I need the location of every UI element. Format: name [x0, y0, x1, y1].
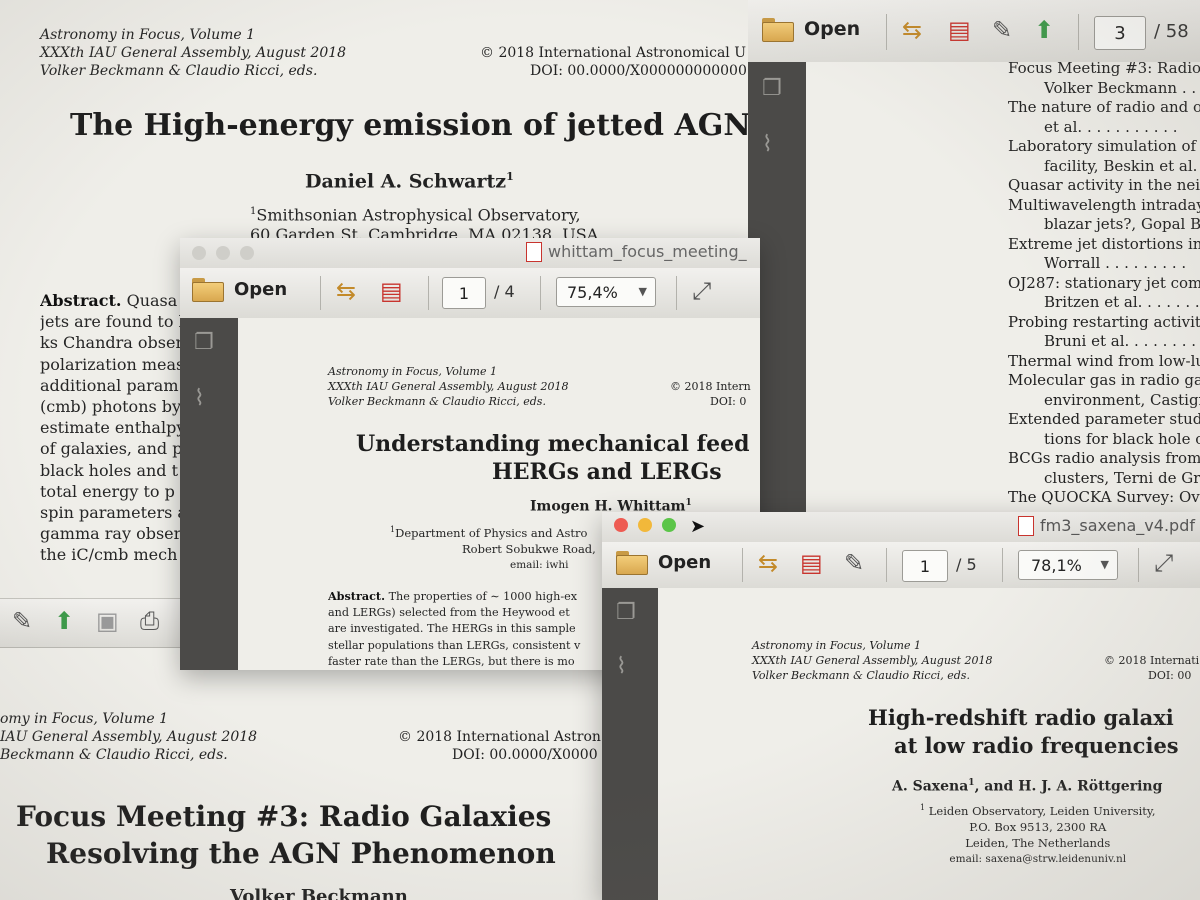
pdf-tool-icon[interactable]: ▤ [948, 16, 971, 44]
zoom-light[interactable] [240, 246, 254, 260]
zoom-select[interactable]: 78,1% ▼ [1018, 550, 1118, 580]
open-button[interactable]: Open [192, 278, 287, 302]
thumbnails-icon[interactable]: ❐ [762, 76, 782, 101]
minimize-light[interactable] [216, 246, 230, 260]
bottom-document-page: omy in Focus, Volume 1 IAU General Assem… [0, 660, 620, 900]
saxena-titlebar: ➤ fm3_saxena_v4.pdf [602, 512, 1200, 542]
page-number-input[interactable]: 1 [902, 550, 948, 582]
toc-toolbar: Open ⇆ ▤ ✎ ⬆ 3 / 58 [748, 0, 1200, 63]
whittam-titlebar: whittam_focus_meeting_ [180, 238, 760, 268]
pdf-tool-icon[interactable]: ▤ [800, 549, 823, 577]
close-light[interactable] [192, 246, 206, 260]
saxena-sidebar: ❐ ⌇ [602, 588, 658, 900]
toc-page: Focus Meeting #3: Radio G Volker Beckman… [806, 62, 1200, 520]
toc-window: Open ⇆ ▤ ✎ ⬆ 3 / 58 ❐ ⌇ Focus Meeting #3… [748, 0, 1200, 520]
meeting-author: Volker Beckmann [230, 886, 408, 900]
copyright-block: © 2018 Internati DOI: 00 [1104, 654, 1200, 682]
minimize-light[interactable] [638, 518, 652, 532]
whittam-sidebar: ❐ ⌇ [180, 318, 238, 670]
attachment-icon[interactable]: ⌇ [616, 654, 627, 679]
upload-icon[interactable]: ⬆ [1034, 16, 1054, 44]
back-window-toolbar: ✎ ⬆ ▣ ⎙ [0, 598, 190, 648]
print-icon[interactable]: ⎙ [140, 607, 159, 635]
window-filename: whittam_focus_meeting_ [548, 242, 747, 261]
mouse-cursor-icon: ➤ [690, 516, 706, 537]
annotate-icon[interactable]: ✎ [992, 16, 1012, 44]
pdf-file-icon [526, 242, 542, 262]
upload-icon[interactable]: ⬆ [54, 607, 74, 635]
thumbnails-icon[interactable]: ❐ [616, 600, 636, 625]
attachment-icon[interactable]: ⌇ [194, 386, 205, 411]
photo-of-screen: Astronomy in Focus, Volume 1 XXXth IAU G… [0, 0, 1200, 900]
saxena-window: ➤ fm3_saxena_v4.pdf Open ⇆ ▤ ✎ 1 / 5 78,… [602, 512, 1200, 900]
page-total: / 4 [494, 282, 515, 301]
fullscreen-icon[interactable]: ⤢ [692, 277, 711, 305]
page-number-input[interactable]: 1 [442, 277, 486, 309]
abstract-text: Abstract. Quasa jets are found to h ks C… [40, 291, 189, 565]
page-number-input[interactable]: 3 [1094, 16, 1146, 50]
zoom-light[interactable] [662, 518, 676, 532]
export-icon[interactable]: ⇆ [902, 16, 922, 44]
export-icon[interactable]: ⇆ [336, 277, 356, 305]
paper-title: The High-energy emission of jetted AGN [70, 108, 751, 143]
folder-icon [192, 278, 224, 302]
folder-icon [616, 551, 648, 575]
copyright-block: © 2018 Intern DOI: 0 [670, 380, 751, 408]
folder-icon [762, 18, 794, 42]
toc-list: Focus Meeting #3: Radio G Volker Beckman… [1008, 62, 1200, 506]
saxena-page: Astronomy in Focus, Volume 1 XXXth IAU G… [658, 588, 1200, 900]
copyright-block: © 2018 International Astron DOI: 00.0000… [398, 729, 601, 763]
window-filename: fm3_saxena_v4.pdf [1040, 516, 1195, 535]
pdf-tool-icon[interactable]: ▤ [380, 277, 403, 305]
saxena-toolbar: Open ⇆ ▤ ✎ 1 / 5 78,1% ▼ ⤢ [602, 542, 1200, 589]
export-icon[interactable]: ⇆ [758, 549, 778, 577]
annotate-icon[interactable]: ✎ [844, 549, 864, 577]
paper-affiliation: 1Department of Physics and Astro Robert … [390, 525, 596, 571]
annotate-icon[interactable]: ✎ [12, 607, 32, 635]
attachment-icon[interactable]: ⌇ [762, 132, 773, 157]
journal-header: omy in Focus, Volume 1 IAU General Assem… [0, 711, 258, 763]
meeting-title: Focus Meeting #3: Radio Galaxies Resolvi… [16, 800, 556, 870]
page-total: / 5 [956, 555, 977, 574]
paper-title: High-redshift radio galaxi at low radio … [868, 705, 1179, 758]
open-button[interactable]: Open [762, 18, 860, 42]
page-total: / 58 [1154, 21, 1189, 42]
zoom-select[interactable]: 75,4% ▼ [556, 277, 656, 307]
paper-title: Understanding mechanical feed HERGs and … [356, 431, 750, 485]
paper-affiliation: 1 Leiden Observatory, Leiden University,… [920, 803, 1156, 865]
paper-authors: A. Saxena1, and H. J. A. Röttgering [892, 778, 1163, 795]
journal-header: Astronomy in Focus, Volume 1 XXXth IAU G… [328, 365, 569, 408]
journal-header: Astronomy in Focus, Volume 1 XXXth IAU G… [752, 639, 993, 682]
chevron-down-icon: ▼ [1100, 558, 1109, 571]
fullscreen-icon[interactable]: ⤢ [1154, 549, 1173, 577]
paper-author: Daniel A. Schwartz1 [305, 170, 514, 193]
close-light[interactable] [614, 518, 628, 532]
journal-header: Astronomy in Focus, Volume 1 XXXth IAU G… [40, 27, 347, 79]
save-icon[interactable]: ▣ [96, 607, 119, 635]
whittam-toolbar: Open ⇆ ▤ 1 / 4 75,4% ▼ ⤢ [180, 268, 760, 319]
chevron-down-icon: ▼ [638, 285, 647, 298]
open-button[interactable]: Open [616, 551, 711, 575]
pdf-file-icon [1018, 516, 1034, 536]
thumbnails-icon[interactable]: ❐ [194, 330, 214, 355]
copyright-block: © 2018 International Astronomical U DOI:… [480, 45, 747, 79]
